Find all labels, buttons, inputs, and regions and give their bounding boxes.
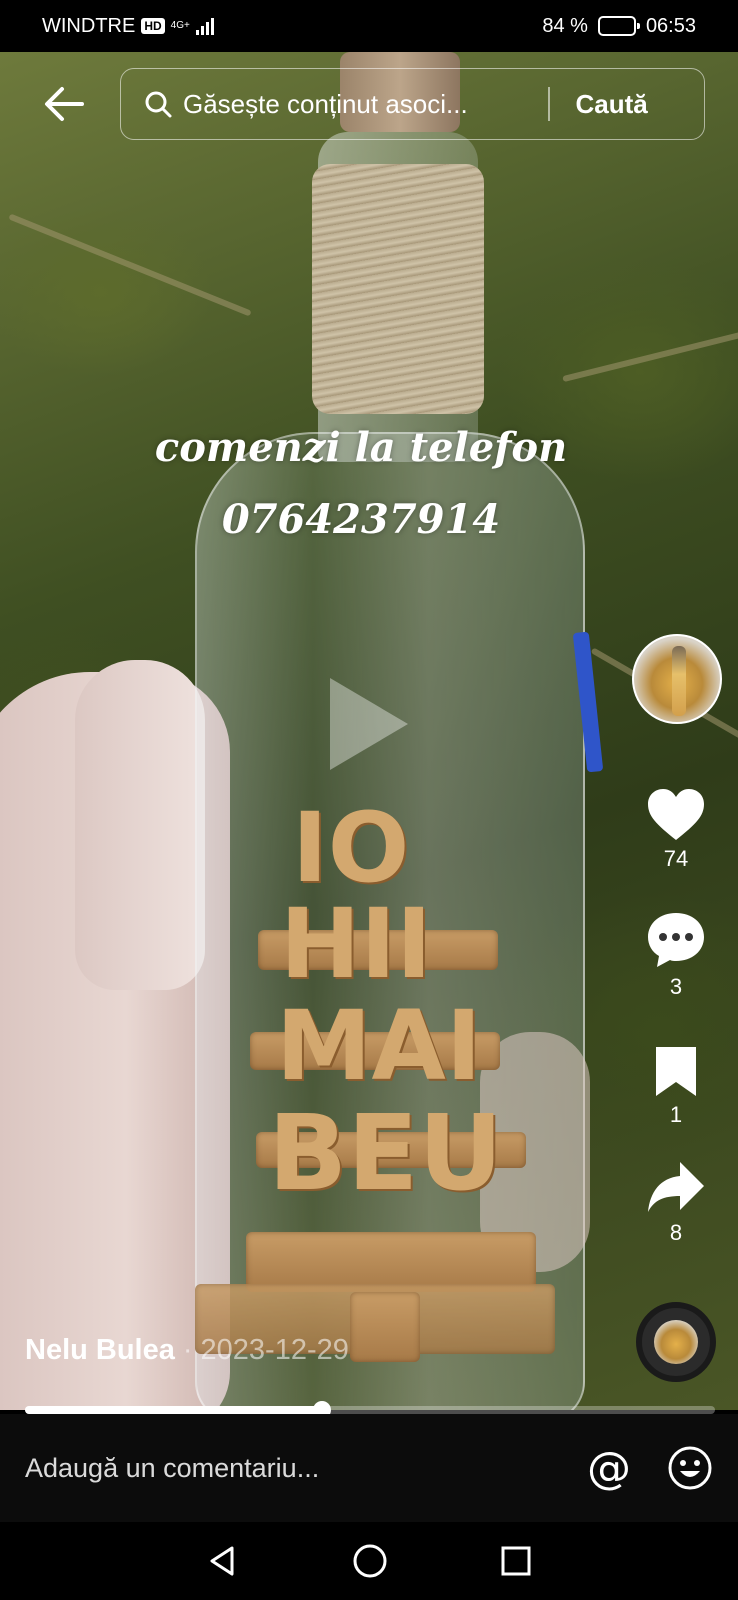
comment-icon bbox=[648, 913, 704, 967]
share-icon bbox=[648, 1162, 704, 1212]
video-player[interactable]: IO HII MAI BEU comenzi la telefon 076423… bbox=[0, 52, 738, 1410]
status-left: WINDTRE HD 4G+ bbox=[42, 15, 214, 38]
status-bar: WINDTRE HD 4G+ 84 % 06:53 bbox=[0, 0, 738, 52]
music-disc-icon[interactable] bbox=[636, 1302, 716, 1382]
comment-count: 3 bbox=[669, 974, 683, 999]
post-date: 2023-12-29 bbox=[200, 1334, 349, 1366]
network-type: 4G+ bbox=[170, 20, 190, 31]
twine-wrap bbox=[312, 164, 484, 414]
play-icon[interactable] bbox=[330, 678, 408, 770]
wood-letters: BEU bbox=[268, 1092, 503, 1214]
signal-icon bbox=[195, 17, 214, 35]
comment-button[interactable]: 3 bbox=[640, 910, 712, 1000]
overlay-caption-line1: comenzi la telefon bbox=[154, 424, 568, 471]
background-branch bbox=[8, 213, 252, 317]
hd-badge: HD bbox=[141, 18, 165, 34]
background-branch bbox=[562, 327, 738, 383]
battery-icon bbox=[597, 16, 640, 36]
nav-back-icon[interactable] bbox=[206, 1544, 240, 1578]
search-divider bbox=[548, 87, 550, 121]
progress-fill bbox=[25, 1406, 322, 1414]
search-button[interactable]: Caută bbox=[576, 89, 648, 120]
clock: 06:53 bbox=[645, 14, 696, 37]
nav-home-icon[interactable] bbox=[352, 1543, 388, 1579]
bookmark-button[interactable]: 1 bbox=[640, 1044, 712, 1128]
heart-icon bbox=[648, 789, 704, 840]
system-nav-bar bbox=[0, 1522, 738, 1600]
video-meta: Nelu Bulea · 2023-12-29 bbox=[25, 1334, 349, 1367]
search-input[interactable]: Găsește conținut asoci... bbox=[183, 89, 548, 120]
nav-recents-icon[interactable] bbox=[500, 1545, 532, 1577]
mention-icon[interactable]: @ bbox=[587, 1443, 631, 1494]
search-bar[interactable]: Găsește conținut asoci... Caută bbox=[120, 68, 705, 140]
author-name[interactable]: Nelu Bulea bbox=[25, 1334, 175, 1367]
thumb bbox=[75, 660, 205, 990]
wood-letters: HII bbox=[280, 888, 432, 1000]
video-progress-bar[interactable] bbox=[25, 1401, 715, 1419]
author-avatar[interactable] bbox=[632, 634, 722, 724]
search-icon bbox=[145, 91, 172, 118]
meta-separator: · bbox=[182, 1334, 193, 1366]
share-count: 8 bbox=[669, 1220, 683, 1245]
share-button[interactable]: 8 bbox=[640, 1160, 712, 1246]
back-arrow-icon[interactable] bbox=[40, 80, 88, 128]
battery-percent: 84 % bbox=[542, 14, 588, 37]
overlay-caption-line2: 0764237914 bbox=[221, 496, 501, 543]
like-count: 74 bbox=[663, 846, 689, 871]
wood-letters: MAI bbox=[276, 990, 482, 1102]
comment-input[interactable]: Adaugă un comentariu... bbox=[25, 1453, 587, 1484]
wood-plank bbox=[246, 1232, 536, 1292]
emoji-icon[interactable] bbox=[667, 1445, 713, 1491]
wood-post bbox=[350, 1292, 420, 1362]
bookmark-icon bbox=[656, 1047, 696, 1096]
like-button[interactable]: 74 bbox=[640, 788, 712, 872]
carrier-name: WINDTRE bbox=[42, 14, 136, 37]
bookmark-count: 1 bbox=[669, 1102, 683, 1127]
comment-bar: Adaugă un comentariu... @ bbox=[0, 1414, 738, 1522]
status-right: 84 % 06:53 bbox=[542, 15, 696, 38]
